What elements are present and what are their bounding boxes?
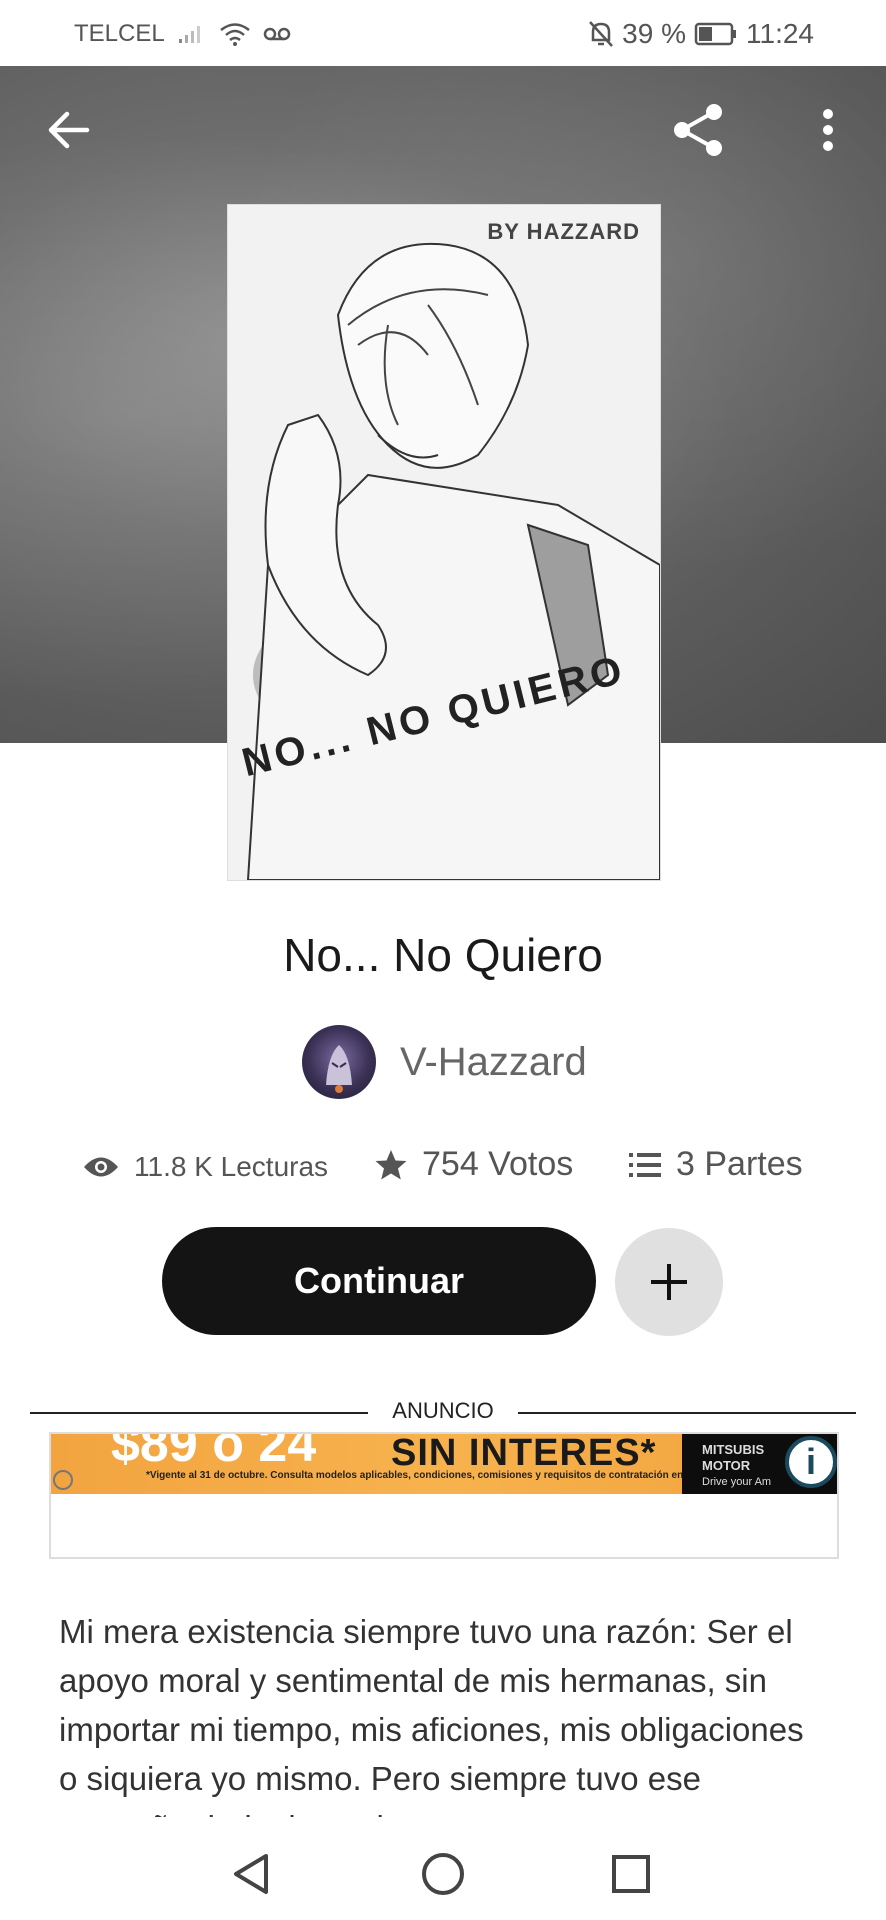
story-stats: 11.8 K Lecturas 754 Votos 3 Partes bbox=[0, 1145, 886, 1195]
wifi-icon bbox=[219, 23, 250, 46]
status-right: 39 % 11:24 bbox=[588, 18, 814, 50]
cover-byline: BY HAZZARD bbox=[487, 219, 640, 244]
author-link[interactable]: V-Hazzard bbox=[302, 1025, 587, 1099]
votes-count: 754 Votos bbox=[422, 1145, 574, 1183]
triangle-back-icon bbox=[234, 1854, 268, 1894]
ad-banner[interactable]: $89 o 24 SIN INTERES* *Vigente al 31 de … bbox=[51, 1434, 837, 1494]
cover-illustration bbox=[246, 242, 660, 880]
reads-count: 11.8 K Lecturas bbox=[134, 1151, 329, 1182]
info-icon[interactable]: i bbox=[785, 1436, 837, 1488]
back-button[interactable] bbox=[38, 100, 98, 160]
bell-off-icon bbox=[589, 21, 614, 47]
eye-icon bbox=[84, 1157, 118, 1177]
star-icon bbox=[375, 1149, 407, 1179]
story-title: No... No Quiero bbox=[283, 929, 603, 981]
nav-back-button[interactable] bbox=[222, 1844, 282, 1904]
list-icon bbox=[629, 1152, 661, 1177]
circle-home-icon bbox=[422, 1853, 464, 1895]
plus-icon bbox=[651, 1264, 687, 1300]
status-bar: TELCEL 39 % 11:24 bbox=[0, 0, 886, 66]
status-left: TELCEL bbox=[74, 20, 291, 48]
parts-stat[interactable]: 3 Partes bbox=[628, 1145, 803, 1184]
ad-label: ANUNCIO bbox=[392, 1398, 494, 1423]
reads-stat: 11.8 K Lecturas bbox=[82, 1151, 328, 1183]
ad-headline: SIN INTERES* bbox=[391, 1434, 657, 1474]
clock: 11:24 bbox=[746, 18, 814, 49]
more-options-button[interactable] bbox=[798, 100, 858, 160]
author-name: V-Hazzard bbox=[400, 1039, 587, 1084]
ad-big-text: $89 o 24 bbox=[111, 1434, 317, 1473]
share-icon bbox=[674, 104, 722, 156]
carrier-label: TELCEL bbox=[74, 20, 165, 47]
avatar-illustration bbox=[326, 1045, 352, 1093]
share-button[interactable] bbox=[668, 100, 728, 160]
parts-count: 3 Partes bbox=[676, 1145, 803, 1183]
more-vertical-icon bbox=[823, 109, 833, 151]
votes-stat: 754 Votos bbox=[374, 1145, 573, 1184]
book-cover[interactable]: BY HAZZARD NO... NO QUIERO bbox=[227, 204, 661, 881]
system-navigation-bar bbox=[0, 1818, 886, 1920]
signal-icon bbox=[178, 26, 200, 43]
nav-home-button[interactable] bbox=[413, 1844, 473, 1904]
nav-recents-button[interactable] bbox=[601, 1844, 661, 1904]
avatar bbox=[302, 1025, 376, 1099]
continue-reading-button[interactable]: Continuar bbox=[162, 1227, 596, 1335]
add-to-library-button[interactable] bbox=[615, 1228, 723, 1336]
ad-label-row: ANUNCIO bbox=[30, 1398, 856, 1428]
voicemail-icon bbox=[263, 27, 290, 41]
story-description: Mi mera existencia siempre tuvo una razó… bbox=[59, 1613, 804, 1817]
ad-container[interactable]: $89 o 24 SIN INTERES* *Vigente al 31 de … bbox=[49, 1432, 839, 1559]
arrow-left-icon bbox=[48, 111, 90, 149]
battery-icon bbox=[694, 22, 736, 46]
battery-percent: 39 % bbox=[622, 18, 686, 49]
ad-divider-right bbox=[518, 1412, 856, 1414]
square-recents-icon bbox=[612, 1855, 650, 1893]
target-icon bbox=[53, 1470, 73, 1490]
